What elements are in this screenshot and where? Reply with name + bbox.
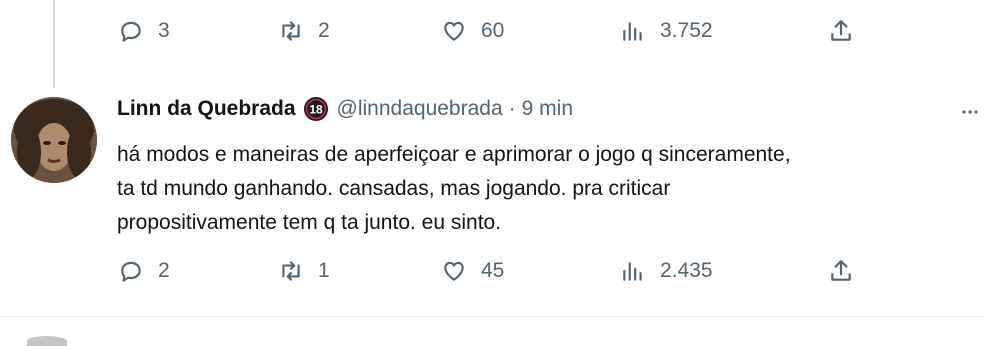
- prev-like-button[interactable]: 60: [441, 18, 504, 44]
- age-badge-text: 18: [309, 103, 323, 117]
- like-icon: [444, 21, 464, 41]
- prev-retweet-count: 2: [318, 19, 330, 42]
- tweet-text-line: há modos e maneiras de aperfeiçoar e apr…: [117, 143, 791, 166]
- more-icon: [962, 110, 978, 114]
- retweet-icon: [282, 261, 300, 281]
- views-icon: [623, 22, 642, 41]
- timestamp[interactable]: 9 min: [522, 97, 573, 121]
- tweet-actions: 2 1 45 2.435: [0, 258, 984, 298]
- prev-like-count: 60: [481, 19, 505, 42]
- separator-dot: ·: [508, 97, 516, 120]
- views-button[interactable]: 2.435: [620, 258, 713, 284]
- like-icon: [444, 261, 464, 281]
- prev-views-button[interactable]: 3.752: [620, 18, 713, 44]
- avatar-image: [11, 97, 97, 183]
- prev-tweet-actions: 3 2 60 3.752: [0, 18, 984, 58]
- more-button[interactable]: [960, 102, 980, 127]
- prev-retweet-button[interactable]: 2: [278, 18, 330, 44]
- reply-count: 2: [158, 259, 170, 282]
- share-icon: [831, 260, 851, 281]
- retweet-icon: [282, 21, 300, 41]
- tweet-divider: [0, 316, 984, 317]
- tweet-text: há modos e maneiras de aperfeiçoar e apr…: [117, 138, 967, 240]
- prev-share-button[interactable]: [828, 18, 854, 44]
- display-name[interactable]: Linn da Quebrada: [117, 97, 296, 121]
- age-badge-icon: 18: [303, 97, 328, 121]
- share-button[interactable]: [828, 258, 854, 284]
- share-icon: [831, 20, 851, 41]
- retweet-count: 1: [318, 259, 330, 282]
- like-button[interactable]: 45: [441, 258, 504, 284]
- like-count: 45: [481, 259, 505, 282]
- handle[interactable]: @linndaquebrada: [337, 97, 503, 121]
- reply-icon: [121, 21, 141, 42]
- prev-views-count: 3.752: [660, 19, 713, 42]
- next-tweet-avatar[interactable]: [27, 336, 67, 346]
- views-icon: [623, 262, 642, 281]
- avatar[interactable]: [11, 97, 97, 183]
- retweet-button[interactable]: 1: [278, 258, 330, 284]
- views-count: 2.435: [660, 259, 713, 282]
- tweet-text-line: ta td mundo ganhando. cansadas, mas joga…: [117, 177, 671, 200]
- reply-button[interactable]: 2: [118, 258, 170, 284]
- prev-reply-button[interactable]: 3: [118, 18, 170, 44]
- tweet-header: Linn da Quebrada 18 @linndaquebrada · 9 …: [117, 96, 573, 122]
- tweet-text-line: propositivamente tem q ta junto. eu sint…: [117, 211, 502, 234]
- prev-reply-count: 3: [158, 19, 170, 42]
- reply-icon: [121, 261, 141, 282]
